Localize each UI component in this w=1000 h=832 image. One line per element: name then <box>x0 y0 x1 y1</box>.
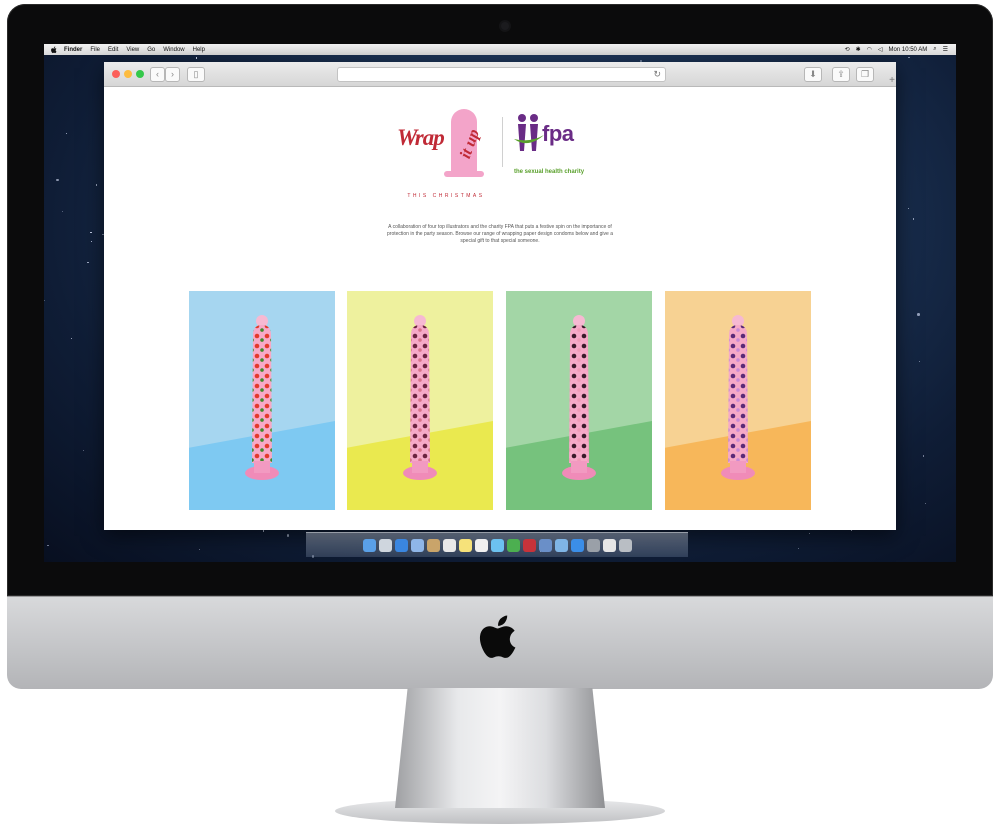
star <box>66 133 68 135</box>
dock-finder-icon[interactable] <box>362 538 376 552</box>
patterned-condom-image <box>245 315 279 480</box>
fpa-logo-text: fpa <box>542 121 574 146</box>
camera <box>501 22 509 30</box>
star <box>907 207 910 209</box>
dock-iphoto-icon[interactable] <box>538 538 552 552</box>
address-bar[interactable]: ↻ <box>337 67 666 82</box>
dock-messages-icon[interactable] <box>490 538 504 552</box>
star <box>87 262 89 264</box>
product-card[interactable] <box>347 291 493 510</box>
star <box>808 532 810 535</box>
dock-itunes-icon[interactable] <box>554 538 568 552</box>
wrap-it-up-logo[interactable]: Wrap it up <box>397 107 492 187</box>
star <box>925 502 927 504</box>
star <box>851 529 853 532</box>
volume-icon[interactable]: ◁ <box>878 46 883 53</box>
tabs-icon[interactable]: ❐ <box>856 67 874 82</box>
star <box>913 218 915 220</box>
menu-file[interactable]: File <box>90 47 100 53</box>
dock-trash-icon[interactable] <box>618 538 632 552</box>
close-window-button[interactable] <box>112 70 120 78</box>
star <box>44 299 46 301</box>
dock-safari-icon[interactable] <box>394 538 408 552</box>
sidebar-icon[interactable]: ▯ <box>187 67 205 82</box>
patterned-condom-image <box>403 315 437 480</box>
time-machine-icon[interactable]: ⟲ <box>845 46 850 53</box>
condom-logo-base <box>444 171 484 177</box>
star <box>47 545 49 547</box>
bluetooth-icon[interactable]: ✱ <box>856 46 861 53</box>
wifi-icon[interactable]: ◠ <box>867 46 872 53</box>
logo-divider <box>502 117 503 167</box>
star <box>61 210 63 213</box>
browser-window: ‹ › ▯ ↻ ⬇ ⇪ ❐ + Wrap it up THIS CHRISTMA… <box>104 62 896 530</box>
dock <box>306 532 688 557</box>
wrap-logo-text: Wrap <box>397 125 445 150</box>
patterned-condom-image <box>562 315 596 480</box>
star <box>917 313 920 316</box>
menu-extras: ⟲ ✱ ◠ ◁ Mon 10:50 AM ⌕ ☰ <box>845 46 948 53</box>
menu-help[interactable]: Help <box>193 47 205 53</box>
notification-center-icon[interactable]: ☰ <box>943 46 948 53</box>
star <box>196 57 198 59</box>
zoom-window-button[interactable] <box>136 70 144 78</box>
apple-logo-icon <box>479 615 516 658</box>
dock-launchpad-icon[interactable] <box>378 538 392 552</box>
menu-window[interactable]: Window <box>163 47 184 53</box>
dock-notes-icon[interactable] <box>458 538 472 552</box>
star <box>199 548 201 550</box>
menu-view[interactable]: View <box>126 47 139 53</box>
star <box>919 360 921 362</box>
web-page: Wrap it up THIS CHRISTMAS fpa the sexual… <box>104 87 896 530</box>
product-card[interactable] <box>506 291 652 510</box>
star <box>908 56 910 59</box>
forward-icon[interactable]: › <box>165 67 180 82</box>
intro-paragraph: A collaboration of four top illustrators… <box>387 224 613 244</box>
spotlight-icon[interactable]: ⌕ <box>933 46 936 53</box>
star <box>90 231 92 234</box>
star <box>923 455 925 457</box>
dock-documents-icon[interactable] <box>602 538 616 552</box>
product-card[interactable] <box>189 291 335 510</box>
product-card[interactable] <box>665 291 811 510</box>
back-icon[interactable]: ‹ <box>150 67 165 82</box>
reload-icon[interactable]: ↻ <box>653 68 661 81</box>
dock-facetime-icon[interactable] <box>506 538 520 552</box>
fpa-people-icon <box>514 114 544 151</box>
minimize-window-button[interactable] <box>124 70 132 78</box>
dock-mail-icon[interactable] <box>410 538 424 552</box>
star <box>91 240 93 242</box>
star <box>95 184 97 186</box>
dock-contacts-icon[interactable] <box>426 538 440 552</box>
fpa-logo[interactable]: fpa the sexual health charity <box>514 105 614 185</box>
download-icon[interactable]: ⬇ <box>804 67 822 82</box>
dock-system-preferences-icon[interactable] <box>586 538 600 552</box>
star <box>70 337 72 340</box>
apple-menu-icon[interactable] <box>50 46 58 54</box>
star <box>83 449 85 451</box>
dock-calendar-icon[interactable] <box>442 538 456 552</box>
patterned-condom-image <box>721 315 755 480</box>
new-tab-icon[interactable]: + <box>886 75 898 87</box>
star <box>286 534 290 537</box>
menu-go[interactable]: Go <box>147 47 155 53</box>
share-icon[interactable]: ⇪ <box>832 67 850 82</box>
menu-app-name[interactable]: Finder <box>64 47 82 53</box>
dock-reminders-icon[interactable] <box>474 538 488 552</box>
desktop-screen: Finder File Edit View Go Window Help ⟲ ✱… <box>44 44 956 562</box>
menu-bar: Finder File Edit View Go Window Help ⟲ ✱… <box>44 44 956 55</box>
menu-clock[interactable]: Mon 10:50 AM <box>889 47 928 53</box>
star <box>798 548 800 550</box>
dock-app-store-icon[interactable] <box>570 538 584 552</box>
dock-photo-booth-icon[interactable] <box>522 538 536 552</box>
this-christmas-tagline: THIS CHRISTMAS <box>407 193 485 199</box>
imac-stand <box>395 688 605 808</box>
browser-toolbar: ‹ › ▯ ↻ ⬇ ⇪ ❐ + <box>104 62 896 87</box>
fpa-tagline: the sexual health charity <box>514 169 585 175</box>
star <box>56 178 59 182</box>
star <box>262 530 265 532</box>
menu-edit[interactable]: Edit <box>108 47 118 53</box>
